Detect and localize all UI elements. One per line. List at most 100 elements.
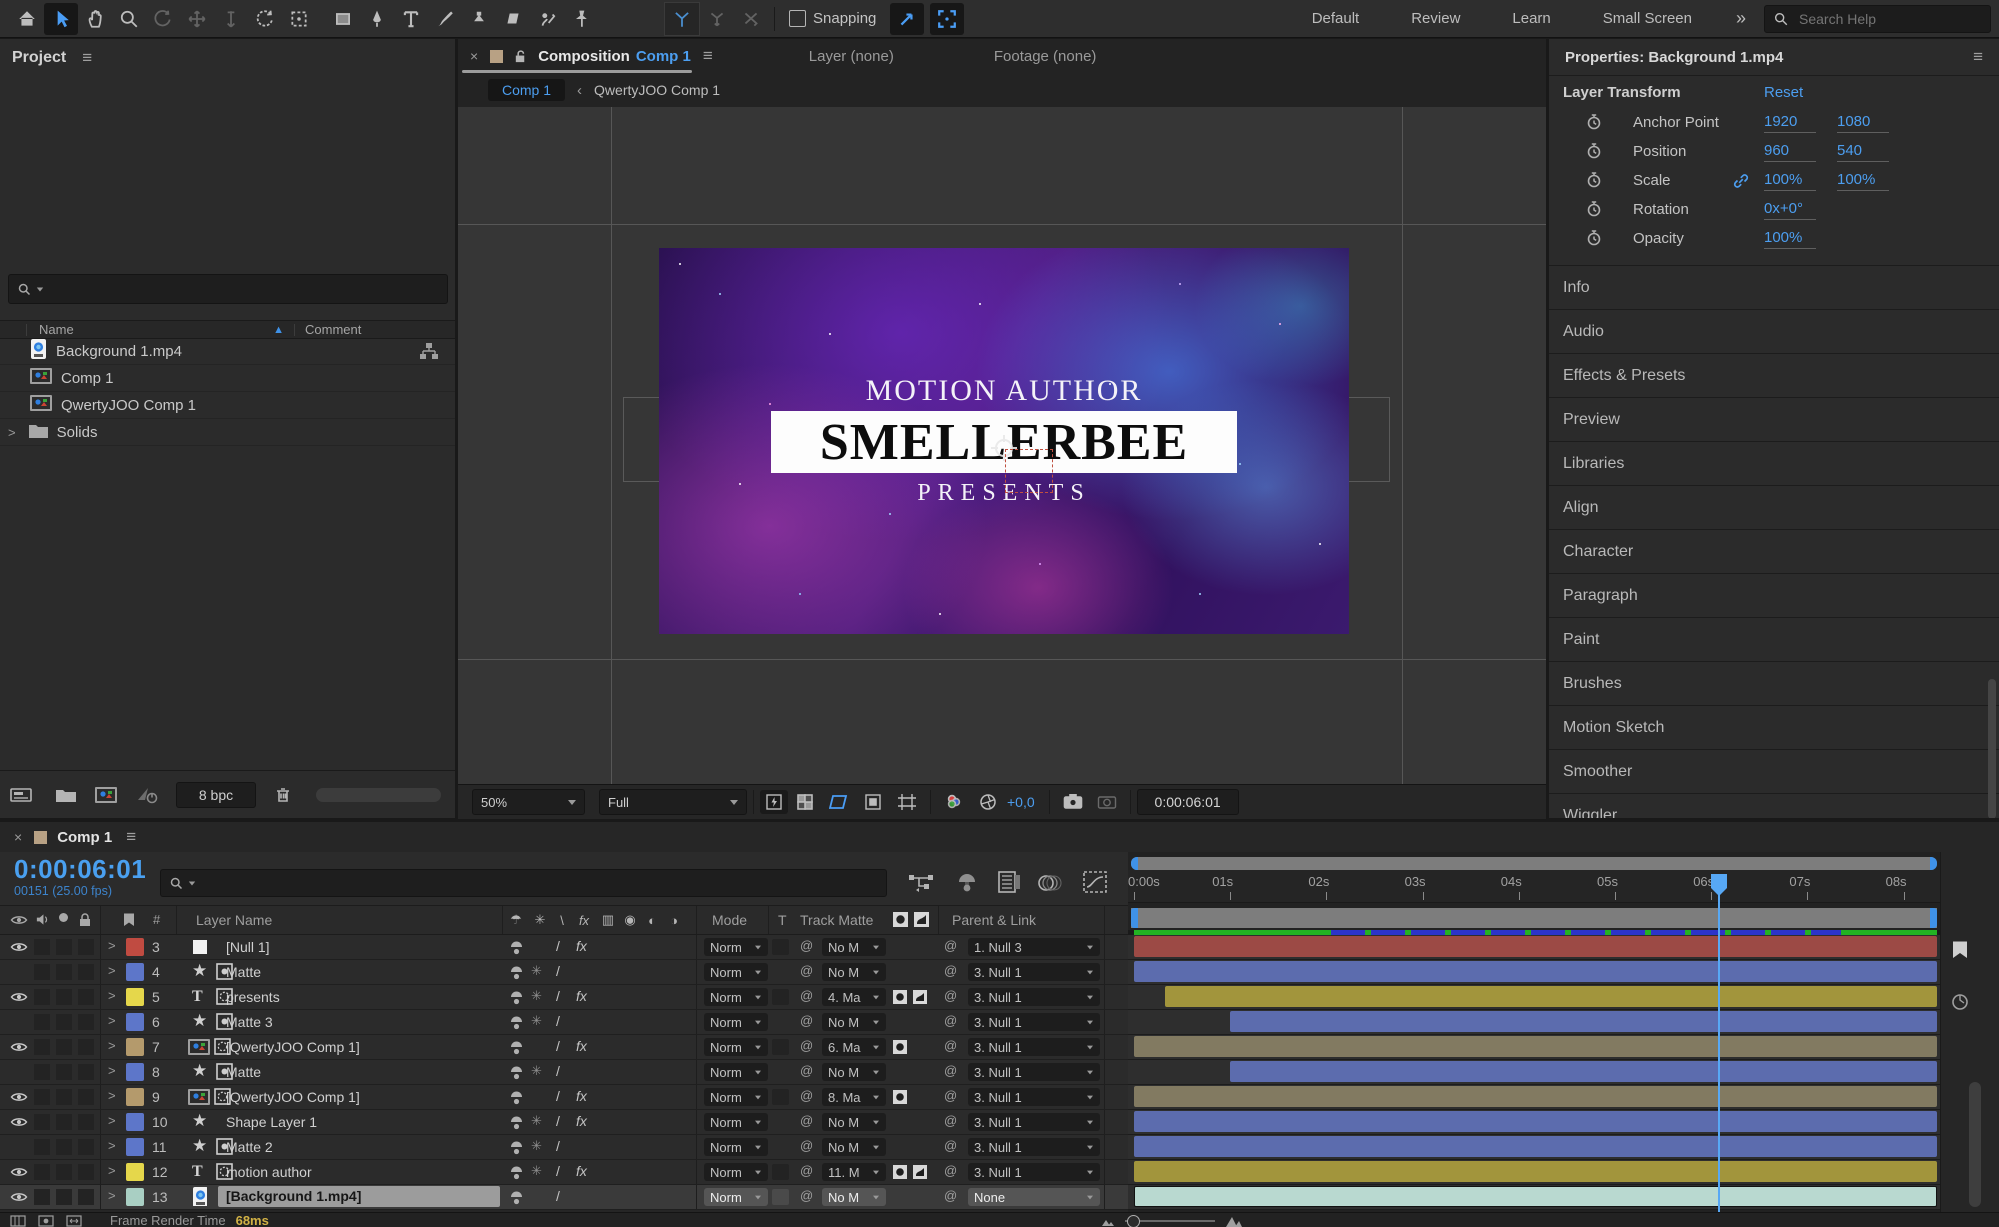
quality-switch-icon[interactable]: /	[556, 1088, 560, 1104]
tab-layer-label[interactable]: Layer (none)	[809, 48, 894, 65]
preserve-transparency-well[interactable]	[772, 1089, 789, 1105]
parent-link-dropdown[interactable]: 3. Null 1	[968, 1163, 1100, 1181]
project-panel-menu-icon[interactable]: ≡	[82, 48, 92, 68]
expander-icon[interactable]: >	[108, 1163, 116, 1178]
av-cell[interactable]	[34, 1014, 50, 1030]
viewer-menu-icon[interactable]: ≡	[703, 46, 713, 66]
expander-icon[interactable]: >	[108, 1038, 116, 1053]
av-cell[interactable]	[34, 1189, 50, 1205]
section-align[interactable]: Align	[1549, 485, 1999, 529]
av-cell[interactable]	[78, 1114, 94, 1130]
layer-label-chip[interactable]	[126, 1013, 144, 1031]
expander-icon[interactable]: >	[108, 1138, 116, 1153]
project-item-name[interactable]: QwertyJOO Comp 1	[61, 397, 196, 414]
clone-stamp-icon[interactable]	[462, 3, 496, 35]
local-axis-mode-icon[interactable]	[664, 2, 700, 36]
hand-tool-icon[interactable]	[78, 3, 112, 35]
transform-value[interactable]: 540	[1837, 142, 1889, 162]
snapping-checkbox[interactable]	[789, 10, 806, 27]
parent-link-dropdown[interactable]: 3. Null 1	[968, 988, 1100, 1006]
av-cell[interactable]	[56, 964, 72, 980]
track-matte-pick-whip-icon[interactable]: @	[800, 988, 813, 1003]
layer-label-chip[interactable]	[126, 1138, 144, 1156]
track-matte-dropdown[interactable]: 6. Ma	[822, 1038, 886, 1056]
brush-tool-icon[interactable]	[428, 3, 462, 35]
mode-dropdown[interactable]: Norm	[704, 1188, 768, 1206]
composition-region-icon[interactable]	[890, 786, 924, 818]
timeline-search-box[interactable]	[160, 869, 887, 897]
snap-arrow-icon[interactable]	[890, 3, 924, 35]
time-navigator-bar[interactable]	[1131, 857, 1937, 870]
transform-value[interactable]: 1080	[1837, 113, 1889, 133]
layer-duration-bar[interactable]	[1165, 986, 1937, 1007]
collapse-switch-icon[interactable]: ✳	[531, 963, 542, 979]
track-matte-dropdown[interactable]: No M	[822, 1138, 886, 1156]
mode-dropdown[interactable]: Norm	[704, 1163, 768, 1181]
av-cell[interactable]	[56, 1014, 72, 1030]
resolution-dropdown[interactable]: Full	[599, 789, 747, 815]
layer-row[interactable]: >5Tpresents✳/fxNorm@4. Ma@3. Null 1	[0, 985, 1128, 1010]
exposure-value[interactable]: +0,0	[1007, 794, 1035, 810]
expander-icon[interactable]: >	[8, 425, 16, 440]
new-composition-icon[interactable]	[94, 785, 120, 805]
track-matte-pick-whip-icon[interactable]: @	[800, 963, 813, 978]
eye-icon[interactable]	[10, 1165, 28, 1182]
time-ruler[interactable]: 0:00s01s02s03s04s05s06s07s08s	[1128, 870, 1940, 903]
layer-duration-bar[interactable]	[1134, 1086, 1937, 1107]
parent-link-dropdown[interactable]: 3. Null 1	[968, 1038, 1100, 1056]
quality-switch-icon[interactable]: /	[556, 1188, 560, 1204]
section-paragraph[interactable]: Paragraph	[1549, 573, 1999, 617]
layer-label-chip[interactable]	[126, 1088, 144, 1106]
snapshot-camera-icon[interactable]	[1056, 786, 1090, 818]
av-cell[interactable]	[56, 1189, 72, 1205]
timeline-menu-icon[interactable]: ≡	[126, 827, 136, 847]
expander-icon[interactable]: >	[108, 938, 116, 953]
quality-switch-icon[interactable]: /	[556, 1063, 560, 1079]
layer-duration-bar[interactable]	[1134, 1136, 1937, 1157]
column-t[interactable]: T	[778, 912, 787, 928]
column-parent-link[interactable]: Parent & Link	[952, 912, 1036, 928]
expander-icon[interactable]: >	[108, 1113, 116, 1128]
transform-value[interactable]: 1920	[1764, 113, 1816, 133]
preserve-transparency-well[interactable]	[772, 989, 789, 1005]
layer-name[interactable]: Matte	[226, 964, 261, 980]
section-brushes[interactable]: Brushes	[1549, 661, 1999, 705]
layer-row[interactable]: >6★Matte 3✳/Norm@No M@3. Null 1	[0, 1010, 1128, 1035]
bit-depth-button[interactable]: 8 bpc	[176, 782, 256, 808]
layer-duration-bar[interactable]	[1134, 936, 1937, 957]
collapse-switch-icon[interactable]: ✳	[531, 1063, 542, 1079]
search-filter-caret[interactable]	[37, 287, 43, 291]
quality-switch-icon[interactable]: /	[556, 1163, 560, 1179]
layer-row[interactable]: >4★Matte✳/Norm@No M@3. Null 1	[0, 960, 1128, 985]
expander-icon[interactable]: >	[108, 1088, 116, 1103]
track-matte-pick-whip-icon[interactable]: @	[800, 1038, 813, 1053]
av-cell[interactable]	[78, 1064, 94, 1080]
mode-dropdown[interactable]: Norm	[704, 1063, 768, 1081]
av-cell[interactable]	[34, 1164, 50, 1180]
track-matte-dropdown[interactable]: 11. M	[822, 1163, 886, 1181]
mode-dropdown[interactable]: Norm	[704, 1138, 768, 1156]
eye-icon[interactable]	[10, 1040, 28, 1057]
layer-duration-bar[interactable]	[1134, 1186, 1937, 1207]
alpha-matte-icon[interactable]	[892, 1089, 908, 1108]
interpret-footage-icon[interactable]	[10, 785, 36, 805]
section-libraries[interactable]: Libraries	[1549, 441, 1999, 485]
av-cell[interactable]	[34, 1039, 50, 1055]
av-cell[interactable]	[34, 1114, 50, 1130]
project-item-name[interactable]: Background 1.mp4	[56, 343, 182, 360]
track-matte-pick-whip-icon[interactable]: @	[800, 1013, 813, 1028]
section-paint[interactable]: Paint	[1549, 617, 1999, 661]
layer-duration-bar[interactable]	[1134, 1161, 1937, 1182]
shy-switch-icon[interactable]	[508, 964, 525, 983]
fx-switch-icon[interactable]: fx	[576, 988, 587, 1004]
layer-label-chip[interactable]	[126, 988, 144, 1006]
parent-link-dropdown[interactable]: 3. Null 1	[968, 1088, 1100, 1106]
track-matte-pick-whip-icon[interactable]: @	[800, 1188, 813, 1203]
parent-pick-whip-icon[interactable]: @	[944, 963, 957, 978]
timeline-tab-label[interactable]: Comp 1	[57, 829, 112, 846]
zoom-slider-thumb[interactable]	[1127, 1215, 1140, 1227]
av-cell[interactable]	[56, 989, 72, 1005]
mask-visibility-icon[interactable]	[856, 786, 890, 818]
parent-pick-whip-icon[interactable]: @	[944, 1188, 957, 1203]
stopwatch-icon[interactable]	[1585, 228, 1603, 250]
